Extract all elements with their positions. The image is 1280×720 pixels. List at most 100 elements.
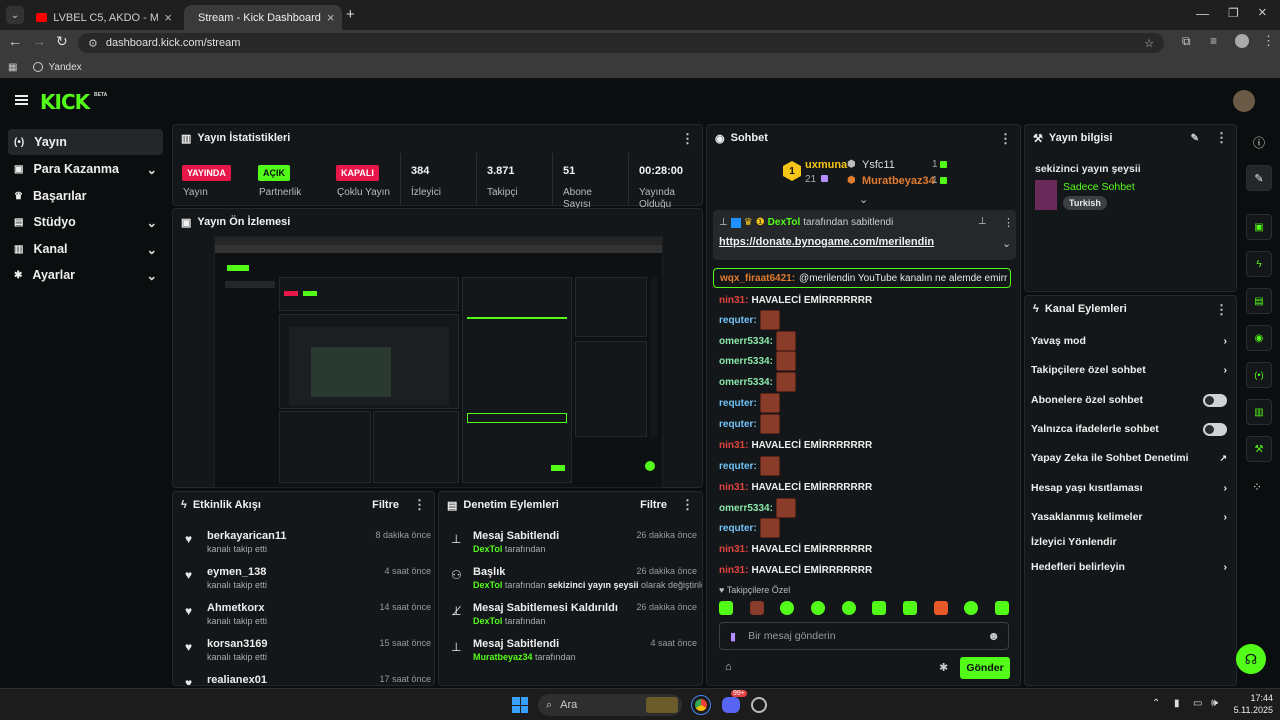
emotes-only-toggle[interactable]: [1203, 422, 1227, 436]
user-name[interactable]: berkayarican11: [207, 530, 287, 542]
user-name[interactable]: Ahmetkorx: [207, 602, 264, 614]
pinned-link[interactable]: https://donate.bynogame.com/merilendin: [719, 236, 934, 248]
leader-name[interactable]: uxmuna: [805, 159, 847, 171]
restore-icon[interactable]: ❐: [1228, 6, 1239, 20]
kick-logo[interactable]: KICK: [40, 90, 90, 114]
preview-video[interactable]: [214, 236, 663, 488]
collapse-leaderboard-icon[interactable]: ⌄: [859, 193, 868, 206]
kebab-menu-icon[interactable]: ⋮: [413, 497, 426, 513]
new-tab-icon[interactable]: +: [346, 6, 355, 23]
volume-icon[interactable]: 🕪: [1211, 697, 1218, 710]
emote-icon[interactable]: [964, 601, 979, 615]
chat-scrollbar[interactable]: [1020, 555, 1021, 579]
moderation-toggle-icon[interactable]: ▤: [1246, 288, 1272, 314]
bookmark-star-icon[interactable]: ☆: [1144, 37, 1154, 50]
browser-tab-youtube[interactable]: LVBEL C5, AKDO - MERMER - Y ×: [28, 5, 180, 30]
action-account-age[interactable]: Hesap yaşı kısıtlaması ›: [1031, 474, 1227, 502]
send-button[interactable]: Gönder: [960, 657, 1010, 679]
app-taskbar-icon[interactable]: [751, 697, 767, 713]
chat-toggle-icon[interactable]: ◉: [1246, 325, 1272, 351]
chat-username[interactable]: nin31:: [719, 565, 748, 576]
chat-username[interactable]: nin31:: [719, 440, 748, 451]
action-slow-mode[interactable]: Yavaş mod ›: [1031, 327, 1227, 355]
actor-name[interactable]: Muratbeyaz34: [473, 652, 533, 662]
emote-icon[interactable]: [994, 601, 1009, 615]
leader-name[interactable]: Muratbeyaz34: [862, 175, 935, 187]
apps-grid-icon[interactable]: ▦: [8, 62, 17, 73]
sidebar-item-kanal[interactable]: ▥ Kanal ⌄: [8, 236, 163, 262]
filter-button[interactable]: Filtre: [640, 499, 667, 511]
kebab-menu-icon[interactable]: ⋮: [681, 497, 694, 513]
sidebar-item-yayin[interactable]: (•) Yayın: [8, 129, 163, 155]
actor-name[interactable]: DexTol: [473, 616, 502, 626]
emote-icon[interactable]: [810, 601, 825, 615]
hamburger-menu-icon[interactable]: [15, 95, 28, 97]
forward-icon[interactable]: →: [32, 33, 46, 49]
chat-username[interactable]: wqx_firaat6421:: [720, 273, 795, 284]
sidebar-item-ayarlar[interactable]: ✱ Ayarlar ⌄: [8, 262, 163, 288]
user-avatar[interactable]: [1233, 90, 1255, 112]
chat-username[interactable]: nin31:: [719, 295, 748, 306]
unpin-icon[interactable]: ⊥: [978, 216, 987, 227]
media-icon[interactable]: ≡: [1210, 34, 1217, 48]
sidebar-item-studyo[interactable]: ▤ Stüdyo ⌄: [8, 209, 163, 235]
emote-icon[interactable]: [902, 601, 917, 615]
leader-name[interactable]: Ysfc11: [862, 159, 895, 171]
clock[interactable]: 17:44 5.11.2025: [1233, 692, 1273, 716]
browser-tab-kick[interactable]: Stream - Kick Dashboard ×: [184, 5, 342, 30]
extensions-icon[interactable]: ⧉: [1182, 34, 1191, 49]
windows-start-icon[interactable]: [512, 697, 528, 713]
chat-username[interactable]: nin31:: [719, 482, 748, 493]
emote-icon[interactable]: [780, 601, 795, 615]
kebab-menu-icon[interactable]: ⋮: [681, 132, 694, 145]
emote-icon[interactable]: [719, 601, 733, 615]
emote-icon[interactable]: [933, 601, 948, 615]
close-tab-icon[interactable]: ×: [164, 10, 172, 25]
chat-username[interactable]: requter:: [719, 315, 757, 326]
kebab-menu-icon[interactable]: ⋮: [1215, 303, 1228, 316]
user-name[interactable]: korsan3169: [207, 638, 268, 650]
chat-username[interactable]: nin31:: [719, 544, 748, 555]
edit-pencil-icon[interactable]: ✎: [1191, 133, 1199, 144]
info-icon[interactable]: ⓘ: [1253, 134, 1265, 151]
edit-layout-icon[interactable]: ✎: [1246, 165, 1272, 191]
bookmark-yandex[interactable]: Yandex: [48, 62, 81, 73]
chat-username[interactable]: omerr5334:: [719, 503, 773, 514]
store-icon[interactable]: ⌂: [725, 661, 732, 673]
sidebar-item-para-kazanma[interactable]: ▣ Para Kazanma ⌄: [8, 156, 163, 182]
minimize-icon[interactable]: —: [1196, 6, 1209, 21]
chevron-down-icon[interactable]: ⌄: [1002, 237, 1011, 250]
action-goals[interactable]: Hedefleri belirleyin ›: [1031, 553, 1227, 581]
discord-taskbar-icon[interactable]: [722, 697, 740, 713]
emoji-picker-icon[interactable]: ☻: [987, 629, 1000, 643]
emote-icon[interactable]: [841, 601, 856, 615]
network-icon[interactable]: ▭: [1193, 698, 1202, 709]
close-window-icon[interactable]: ×: [1258, 4, 1267, 21]
action-followers-only[interactable]: Takipçilere özel sohbet ›: [1031, 356, 1227, 384]
subscribers-only-toggle[interactable]: [1203, 393, 1227, 407]
address-bar[interactable]: ⚙ dashboard.kick.com/stream ☆: [78, 33, 1164, 53]
kebab-menu-icon[interactable]: ⋮: [999, 132, 1012, 145]
chat-username[interactable]: requter:: [719, 419, 757, 430]
site-info-icon[interactable]: ⚙: [88, 37, 98, 50]
actor-name[interactable]: DexTol: [473, 544, 502, 554]
stats-toggle-icon[interactable]: ▥: [1246, 399, 1272, 425]
actor-name[interactable]: DexTol: [473, 580, 502, 590]
category-link[interactable]: Sadece Sohbet: [1063, 181, 1135, 193]
profile-icon[interactable]: [1235, 34, 1249, 48]
more-apps-icon[interactable]: ⁘: [1252, 480, 1262, 494]
action-raid[interactable]: İzleyici Yönlendir: [1031, 528, 1227, 556]
chrome-taskbar-icon[interactable]: [691, 695, 711, 715]
back-icon[interactable]: ←: [8, 33, 22, 49]
kebab-menu-icon[interactable]: ⋮: [1003, 216, 1014, 229]
chat-username[interactable]: omerr5334:: [719, 336, 773, 347]
settings-gear-icon[interactable]: ✱: [939, 661, 948, 674]
chat-username[interactable]: requter:: [719, 461, 757, 472]
chat-username[interactable]: requter:: [719, 398, 757, 409]
pinned-user[interactable]: DexTol: [768, 217, 801, 228]
stream-preview-toggle-icon[interactable]: ▣: [1246, 214, 1272, 240]
broadcast-toggle-icon[interactable]: (•): [1246, 362, 1272, 388]
chat-username[interactable]: omerr5334:: [719, 377, 773, 388]
reload-icon[interactable]: ↻: [56, 33, 68, 50]
emote-icon[interactable]: [872, 601, 887, 615]
